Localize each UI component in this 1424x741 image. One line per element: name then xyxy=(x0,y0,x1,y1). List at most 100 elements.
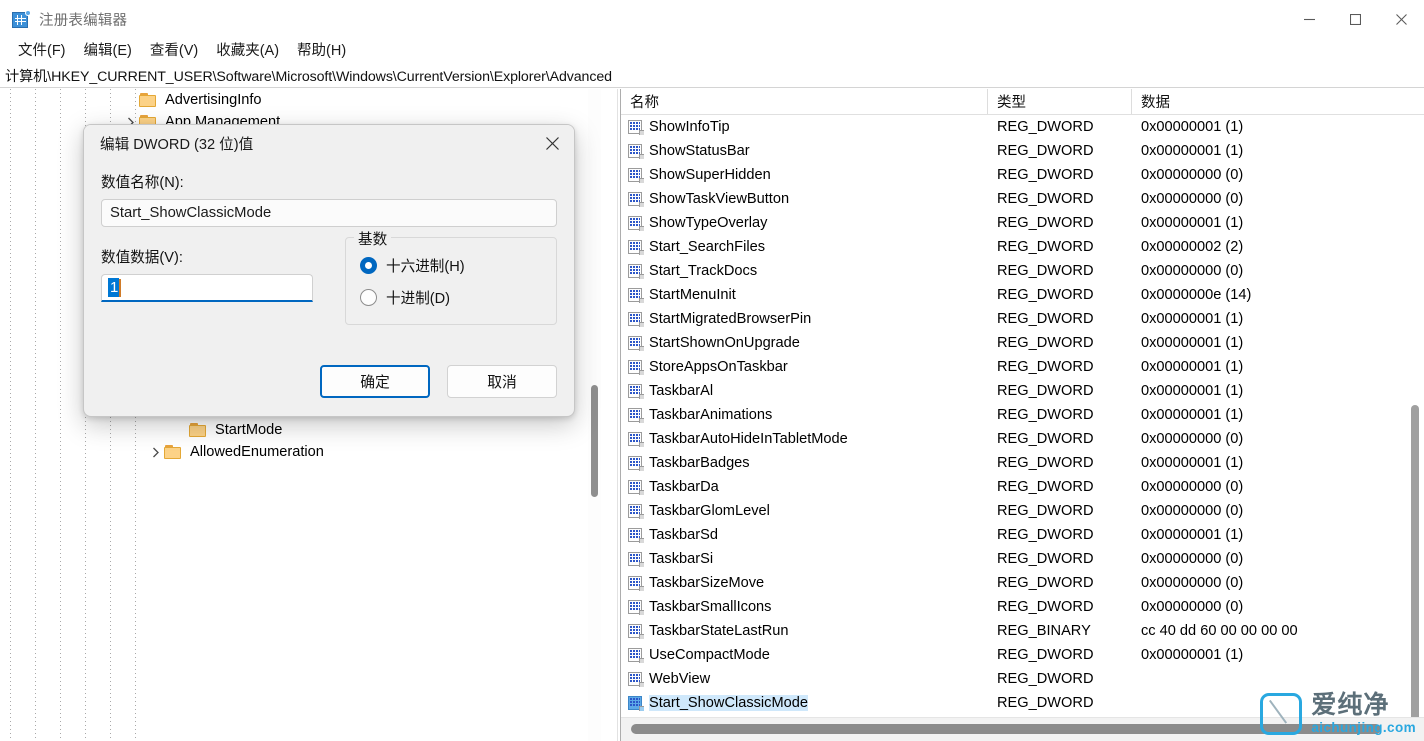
registry-value-icon xyxy=(628,312,644,327)
value-type: REG_DWORD xyxy=(988,407,1132,423)
value-type: REG_DWORD xyxy=(988,455,1132,471)
window-controls xyxy=(1286,0,1424,38)
column-name[interactable]: 名称 xyxy=(621,89,988,114)
cell-name: ShowTaskViewButton xyxy=(621,191,988,207)
cell-name: TaskbarSmallIcons xyxy=(621,599,988,615)
base-group-label: 基数 xyxy=(354,228,391,249)
table-row[interactable]: Start_TrackDocsREG_DWORD0x00000000 (0) xyxy=(621,259,1424,283)
minimize-button[interactable] xyxy=(1286,0,1332,38)
value-data: cc 40 dd 60 00 00 00 00 xyxy=(1132,623,1424,639)
chevron-right-icon[interactable] xyxy=(148,441,164,463)
table-row[interactable]: UseCompactModeREG_DWORD0x00000001 (1) xyxy=(621,643,1424,667)
dialog-close-icon[interactable] xyxy=(530,125,574,162)
table-row[interactable]: TaskbarSdREG_DWORD0x00000001 (1) xyxy=(621,523,1424,547)
table-row[interactable]: TaskbarAutoHideInTabletModeREG_DWORD0x00… xyxy=(621,427,1424,451)
table-row[interactable]: TaskbarSmallIconsREG_DWORD0x00000000 (0) xyxy=(621,595,1424,619)
cell-name: UseCompactMode xyxy=(621,647,988,663)
value-data-column: 数值数据(V): 1 xyxy=(101,246,313,325)
value-type: REG_DWORD xyxy=(988,335,1132,351)
table-row[interactable]: TaskbarStateLastRunREG_BINARYcc 40 dd 60… xyxy=(621,619,1424,643)
close-button[interactable] xyxy=(1378,0,1424,38)
menu-favorites[interactable]: 收藏夹(A) xyxy=(208,39,287,63)
tree-item[interactable]: AllowedEnumeration xyxy=(0,441,600,463)
table-row[interactable]: TaskbarSizeMoveREG_DWORD0x00000000 (0) xyxy=(621,571,1424,595)
cell-name: ShowStatusBar xyxy=(621,143,988,159)
table-row[interactable]: StoreAppsOnTaskbarREG_DWORD0x00000001 (1… xyxy=(621,355,1424,379)
table-row[interactable]: ShowSuperHiddenREG_DWORD0x00000000 (0) xyxy=(621,163,1424,187)
column-type[interactable]: 类型 xyxy=(988,89,1132,114)
table-row[interactable]: WebViewREG_DWORD xyxy=(621,667,1424,691)
table-row[interactable]: ShowTypeOverlayREG_DWORD0x00000001 (1) xyxy=(621,211,1424,235)
list-header: 名称类型数据 xyxy=(621,89,1424,115)
table-row[interactable]: ShowInfoTipREG_DWORD0x00000001 (1) xyxy=(621,115,1424,139)
value-type: REG_DWORD xyxy=(988,143,1132,159)
base-group: 基数 十六进制(H) 十进制(D) xyxy=(345,237,557,325)
value-type: REG_DWORD xyxy=(988,599,1132,615)
cell-name: ShowSuperHidden xyxy=(621,167,988,183)
registry-value-icon xyxy=(628,288,644,303)
registry-value-icon xyxy=(628,264,644,279)
ok-button[interactable]: 确定 xyxy=(320,365,430,398)
tree-vertical-scrollbar[interactable] xyxy=(588,89,601,741)
address-bar[interactable]: 计算机\HKEY_CURRENT_USER\Software\Microsoft… xyxy=(0,64,1424,88)
table-row[interactable]: Start_ShowClassicModeREG_DWORD xyxy=(621,691,1424,715)
menu-edit[interactable]: 编辑(E) xyxy=(76,39,140,63)
table-row[interactable]: StartShownOnUpgradeREG_DWORD0x00000001 (… xyxy=(621,331,1424,355)
registry-value-icon xyxy=(628,120,644,135)
value-type: REG_DWORD xyxy=(988,167,1132,183)
table-row[interactable]: TaskbarGlomLevelREG_DWORD0x00000000 (0) xyxy=(621,499,1424,523)
radio-decimal[interactable]: 十进制(D) xyxy=(360,284,544,310)
cell-name: Start_TrackDocs xyxy=(621,263,988,279)
registry-value-icon xyxy=(628,432,644,447)
value-type: REG_DWORD xyxy=(988,479,1132,495)
table-row[interactable]: TaskbarDaREG_DWORD0x00000000 (0) xyxy=(621,475,1424,499)
registry-editor-window: 注册表编辑器 文件(F)编辑(E)查看(V)收藏夹(A)帮助(H) 计算机\HK… xyxy=(0,0,1424,741)
value-name-input[interactable]: Start_ShowClassicMode xyxy=(101,199,557,227)
value-data-text: 1 xyxy=(108,278,119,297)
menu-view[interactable]: 查看(V) xyxy=(142,39,206,63)
list-horizontal-scrollbar[interactable] xyxy=(621,717,1424,741)
table-row[interactable]: ShowTaskViewButtonREG_DWORD0x00000000 (0… xyxy=(621,187,1424,211)
registry-value-icon xyxy=(628,624,644,639)
registry-value-icon xyxy=(628,504,644,519)
value-name: TaskbarAutoHideInTabletMode xyxy=(649,431,848,447)
menu-help[interactable]: 帮助(H) xyxy=(289,39,354,63)
registry-values-pane: 名称类型数据 ShowInfoTipREG_DWORD0x00000001 (1… xyxy=(620,89,1424,741)
cell-name: ShowTypeOverlay xyxy=(621,215,988,231)
tree-item[interactable]: StartMode xyxy=(0,419,600,441)
table-row[interactable]: Start_SearchFilesREG_DWORD0x00000002 (2) xyxy=(621,235,1424,259)
registry-value-icon xyxy=(628,600,644,615)
value-type: REG_DWORD xyxy=(988,239,1132,255)
edit-dword-dialog: 编辑 DWORD (32 位)值 数值名称(N): Start_ShowClas… xyxy=(83,124,575,417)
value-name: TaskbarStateLastRun xyxy=(649,623,789,639)
value-name: TaskbarSd xyxy=(649,527,718,543)
dialog-title: 编辑 DWORD (32 位)值 xyxy=(100,133,253,154)
radio-hexadecimal[interactable]: 十六进制(H) xyxy=(360,252,544,278)
registry-value-icon xyxy=(628,528,644,543)
table-row[interactable]: TaskbarSiREG_DWORD0x00000000 (0) xyxy=(621,547,1424,571)
value-name: UseCompactMode xyxy=(649,647,770,663)
cancel-button[interactable]: 取消 xyxy=(447,365,557,398)
table-row[interactable]: TaskbarAlREG_DWORD0x00000001 (1) xyxy=(621,379,1424,403)
tree-item[interactable]: AdvertisingInfo xyxy=(0,89,600,111)
value-type: REG_DWORD xyxy=(988,263,1132,279)
radio-hexadecimal-label: 十六进制(H) xyxy=(386,255,465,276)
value-data-input[interactable]: 1 xyxy=(101,274,313,302)
value-name: Start_TrackDocs xyxy=(649,263,757,279)
maximize-button[interactable] xyxy=(1332,0,1378,38)
value-name: ShowInfoTip xyxy=(649,119,730,135)
table-row[interactable]: ShowStatusBarREG_DWORD0x00000001 (1) xyxy=(621,139,1424,163)
value-data: 0x00000000 (0) xyxy=(1132,479,1424,495)
value-name: TaskbarAl xyxy=(649,383,713,399)
menu-file[interactable]: 文件(F) xyxy=(10,39,74,63)
cell-name: TaskbarStateLastRun xyxy=(621,623,988,639)
table-row[interactable]: TaskbarAnimationsREG_DWORD0x00000001 (1) xyxy=(621,403,1424,427)
table-row[interactable]: StartMigratedBrowserPinREG_DWORD0x000000… xyxy=(621,307,1424,331)
table-row[interactable]: StartMenuInitREG_DWORD0x0000000e (14) xyxy=(621,283,1424,307)
value-type: REG_DWORD xyxy=(988,359,1132,375)
cell-name: StartMenuInit xyxy=(621,287,988,303)
list-vertical-scrollbar[interactable] xyxy=(1407,115,1424,715)
table-row[interactable]: TaskbarBadgesREG_DWORD0x00000001 (1) xyxy=(621,451,1424,475)
column-data[interactable]: 数据 xyxy=(1132,89,1424,114)
registry-value-icon xyxy=(628,672,644,687)
